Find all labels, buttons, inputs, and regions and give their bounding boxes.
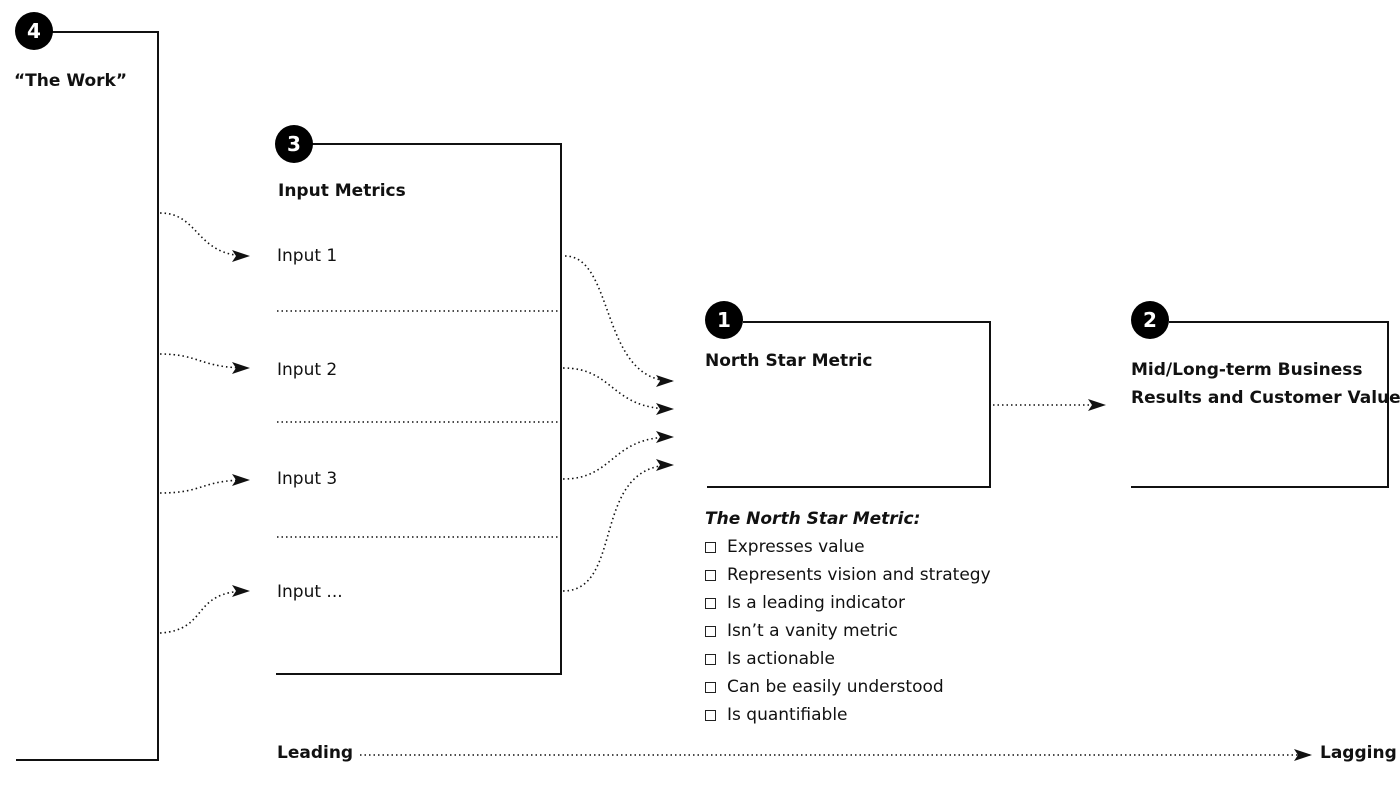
checkbox-icon[interactable]: [705, 709, 716, 721]
criteria-item[interactable]: Is a leading indicator: [705, 589, 991, 617]
criteria-item[interactable]: Can be easily understood: [705, 673, 991, 701]
input-metrics-title: Input Metrics: [278, 181, 406, 201]
checkbox-icon[interactable]: [705, 653, 716, 665]
checkbox-icon[interactable]: [705, 625, 716, 637]
checkbox-icon[interactable]: [705, 681, 716, 693]
checkbox-icon[interactable]: [705, 569, 716, 581]
input-item: Input ...: [277, 582, 343, 602]
step-badge-2: 2: [1131, 301, 1169, 339]
criteria-item-label: Is actionable: [727, 649, 835, 669]
north-star-box-outline: [707, 321, 991, 488]
checkbox-icon[interactable]: [705, 541, 716, 553]
work-to-input-2-arrow: [159, 353, 250, 374]
input-1-to-north-star-arrow: [564, 255, 674, 387]
input-item: Input 1: [277, 246, 338, 266]
lagging-label: Lagging: [1320, 743, 1397, 763]
criteria-item-label: Can be easily understood: [727, 677, 944, 697]
leading-label: Leading: [277, 743, 354, 763]
criteria-item[interactable]: Isn’t a vanity metric: [705, 617, 991, 645]
criteria-item-label: Represents vision and strategy: [727, 565, 991, 585]
input-item: Input 2: [277, 360, 338, 380]
results-title-line1: Mid/Long-term Business: [1131, 360, 1363, 380]
criteria-item-label: Isn’t a vanity metric: [727, 621, 898, 641]
criteria-item-label: Expresses value: [727, 537, 865, 557]
results-title-line2: Results and Customer Value: [1131, 388, 1400, 408]
work-to-input-n-arrow: [159, 585, 250, 634]
input-n-to-north-star-arrow: [562, 459, 674, 592]
step-badge-4: 4: [15, 12, 53, 50]
checkbox-icon[interactable]: [705, 597, 716, 609]
work-to-input-1-arrow: [159, 212, 250, 262]
criteria-item[interactable]: Represents vision and strategy: [705, 561, 991, 589]
input-2-to-north-star-arrow: [562, 367, 674, 415]
north-star-title: North Star Metric: [705, 351, 873, 371]
criteria-heading: The North Star Metric:: [705, 509, 921, 529]
work-title: “The Work”: [14, 71, 128, 91]
criteria-item-label: Is quantifiable: [727, 705, 848, 725]
criteria-item[interactable]: Is quantifiable: [705, 701, 991, 729]
criteria-item[interactable]: Is actionable: [705, 645, 991, 673]
input-item: Input 3: [277, 469, 338, 489]
work-box-outline: [16, 31, 159, 761]
input-3-to-north-star-arrow: [562, 431, 674, 480]
work-to-input-3-arrow: [159, 474, 250, 494]
step-badge-3: 3: [275, 125, 313, 163]
criteria-checklist: Expresses value Represents vision and st…: [705, 533, 991, 729]
criteria-item[interactable]: Expresses value: [705, 533, 991, 561]
criteria-item-label: Is a leading indicator: [727, 593, 906, 613]
step-badge-1: 1: [705, 301, 743, 339]
